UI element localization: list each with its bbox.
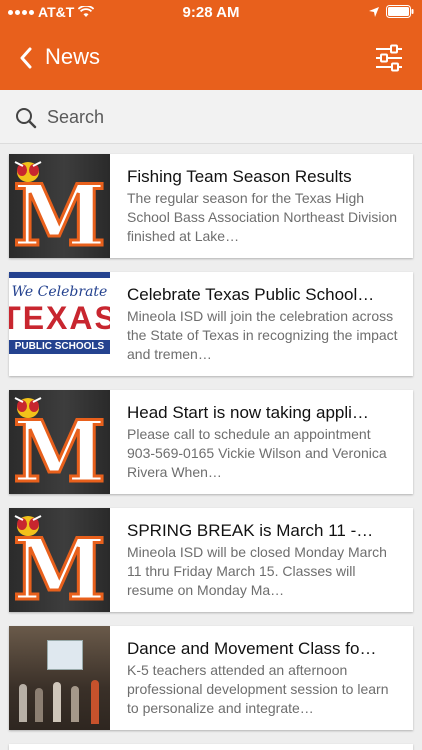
news-item-summary: Mineola ISD will be closed Monday March … [127, 544, 387, 598]
person-silhouette [53, 682, 61, 722]
person-silhouette [35, 688, 43, 722]
news-item-title: SPRING BREAK is March 11 -… [127, 521, 374, 540]
thumbnail-text-line3: PUBLIC SCHOOLS [9, 340, 110, 354]
thumbnail-text-line1: We Celebrate [11, 284, 108, 300]
mineola-logo-thumbnail: M [9, 154, 110, 258]
celebrate-texas-thumbnail: We Celebrate TEXAS PUBLIC SCHOOLS [9, 272, 110, 376]
filter-button[interactable] [374, 43, 404, 73]
location-arrow-icon [369, 6, 379, 17]
thumbnail-band [9, 272, 110, 278]
news-item-text: Head Start is now taking appli… Please c… [127, 402, 399, 482]
news-item[interactable]: Dance and Movement Class fo… K-5 teacher… [9, 626, 413, 730]
news-item-partial[interactable] [9, 744, 413, 750]
m-letter-logo: M [12, 166, 108, 258]
person-silhouette [19, 684, 27, 722]
m-letter-logo: M [12, 520, 108, 612]
news-item[interactable]: M Fishing Team Season Results The regula… [9, 154, 413, 258]
news-item-title: Dance and Movement Class fo… [127, 639, 377, 658]
mineola-logo-thumbnail: M [9, 508, 110, 612]
search-icon [16, 108, 37, 129]
news-item-title: Fishing Team Season Results [127, 167, 352, 186]
status-right [368, 5, 414, 18]
battery-icon [386, 5, 414, 18]
thumbnail-text-line2: TEXAS [9, 300, 110, 336]
chevron-left-icon [20, 47, 32, 69]
sliders-icon [376, 44, 402, 72]
back-button[interactable] [12, 42, 40, 74]
projector-screen [47, 640, 83, 670]
news-item[interactable]: M Head Start is now taking appli… Please… [9, 390, 413, 494]
news-item-summary: K-5 teachers attended an afternoon profe… [127, 662, 389, 716]
news-item[interactable]: We Celebrate TEXAS PUBLIC SCHOOLS Celebr… [9, 272, 413, 376]
search-bar[interactable]: Search [0, 90, 422, 144]
news-item-text: Fishing Team Season Results The regular … [127, 166, 399, 246]
nav-bar: News [0, 26, 422, 90]
news-item-summary: The regular season for the Texas High Sc… [127, 190, 398, 244]
status-bar: AT&T 9:28 AM [0, 0, 422, 26]
person-silhouette [91, 680, 99, 724]
person-silhouette [71, 686, 79, 722]
page-title: News [45, 44, 101, 69]
mineola-logo-thumbnail: M [9, 390, 110, 494]
classroom-photo-thumbnail [9, 626, 110, 730]
clock: 9:28 AM [182, 4, 240, 21]
news-item-text: SPRING BREAK is March 11 -… Mineola ISD … [127, 520, 399, 600]
m-letter-logo: M [12, 402, 108, 494]
search-placeholder: Search [47, 107, 105, 127]
news-item-text: Celebrate Texas Public School… Mineola I… [127, 284, 399, 364]
news-item-text: Dance and Movement Class fo… K-5 teacher… [127, 638, 399, 718]
news-item[interactable]: M SPRING BREAK is March 11 -… Mineola IS… [9, 508, 413, 612]
news-item-summary: Mineola ISD will join the celebration ac… [127, 308, 398, 362]
news-item-title: Head Start is now taking appli… [127, 403, 369, 422]
news-item-summary: Please call to schedule an appointment 9… [127, 426, 387, 480]
news-item-title: Celebrate Texas Public School… [127, 285, 375, 304]
